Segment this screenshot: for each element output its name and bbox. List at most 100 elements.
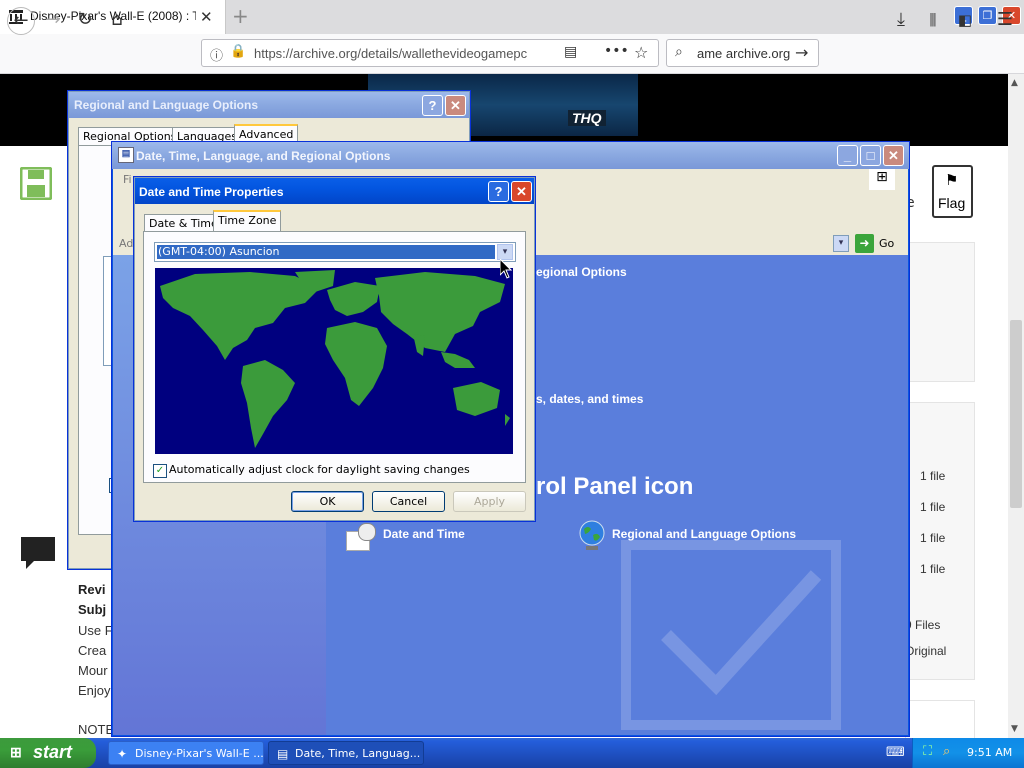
close-icon[interactable]: ✕ [511, 181, 532, 202]
address-dropdown-icon[interactable]: ▾ [833, 235, 849, 252]
tab-time-zone[interactable]: Time Zone [213, 210, 282, 231]
windows-logo-icon: ⊞ [869, 169, 895, 190]
taskbar-app-icon: ✦ [117, 747, 128, 761]
maximize-button[interactable]: □ [860, 145, 881, 166]
date-and-time-link[interactable]: Date and Time [383, 527, 465, 541]
minimize-button[interactable]: _ [837, 145, 858, 166]
taskbar-item-browser-label: Disney-Pixar's Wall-E ... [135, 747, 264, 760]
page-scrollbar-thumb[interactable] [1010, 320, 1022, 508]
windows-flag-icon: ⊞ [10, 744, 22, 760]
file-count-2[interactable]: 1 file [920, 500, 945, 514]
review-line-3: Mour [78, 663, 108, 678]
date-time-cp-icon[interactable] [346, 523, 376, 551]
thq-logo: THQ [568, 110, 606, 126]
world-map [155, 268, 513, 454]
search-go-icon[interactable]: → [795, 43, 808, 62]
close-icon[interactable]: ✕ [445, 95, 466, 116]
note-text: NOTE [78, 722, 115, 737]
flag-label: Flag [938, 195, 966, 211]
search-icon: ⌕ [675, 44, 683, 60]
sidebar-icon[interactable]: ◧ [952, 7, 978, 33]
watermark-icon [621, 540, 841, 730]
close-button[interactable]: ✕ [883, 145, 904, 166]
taskbar-item-browser[interactable]: ✦ Disney-Pixar's Wall-E ... [108, 741, 264, 765]
time-zone-value: (GMT-04:00) Asuncion [158, 245, 280, 258]
review-line-2: Crea [78, 643, 107, 658]
regional-language-link[interactable]: Regional and Language Options [612, 527, 796, 541]
dst-label: Automatically adjust clock for daylight … [169, 463, 470, 476]
flag-icon: ⚑ [945, 171, 959, 189]
search-tray-icon[interactable]: ⌕ [943, 744, 950, 759]
review-heading: Revi [78, 582, 106, 597]
time-zone-panel: (GMT-04:00) Asuncion ▾ ✓ Automatically a… [143, 231, 526, 483]
search-bar[interactable]: ⌕ ame archive.org → [666, 39, 819, 67]
scroll-down-icon[interactable]: ▼ [1011, 724, 1018, 734]
page-bottom-card [905, 700, 975, 740]
reload-icon[interactable]: ↻ [72, 7, 98, 33]
flag-button[interactable]: ⚑ Flag [932, 165, 973, 218]
forward-icon[interactable]: → [40, 7, 66, 33]
back-icon[interactable]: ← [7, 7, 35, 35]
mouse-cursor-icon [500, 259, 512, 279]
bookmark-star-icon[interactable]: ☆ [634, 43, 648, 62]
regional-options-title: Regional and Language Options [74, 98, 259, 112]
regional-options-titlebar[interactable]: Regional and Language Options ? ✕ [69, 92, 469, 118]
reader-view-icon[interactable]: ▤ [564, 44, 577, 60]
keyboard-icon[interactable]: ⌨ [886, 745, 905, 760]
tab-date-time[interactable]: Date & Time [144, 214, 223, 232]
file-count-1[interactable]: 1 file [920, 469, 945, 483]
taskbar-item-control-panel-label: Date, Time, Languag... [295, 747, 421, 760]
menu-file[interactable]: Fi [123, 173, 132, 186]
page-actions-icon[interactable]: ••• [604, 43, 629, 59]
go-button[interactable]: Go [879, 237, 894, 250]
scroll-up-icon[interactable]: ▲ [1011, 78, 1018, 88]
save-icon[interactable] [20, 167, 52, 200]
date-time-dialog: Date and Time Properties ? ✕ Date & Time… [133, 176, 536, 522]
lock-icon: 🔒 [230, 44, 247, 59]
url-text: https://archive.org/details/wallethevide… [254, 46, 528, 61]
address-label: Ad [119, 237, 134, 250]
files-total[interactable]: 9 Files [905, 618, 940, 632]
close-tab-icon[interactable]: ✕ [200, 8, 213, 26]
original-label[interactable]: Original [905, 644, 946, 658]
start-button[interactable]: ⊞ start [0, 738, 96, 768]
globe-icon[interactable] [578, 520, 606, 552]
date-time-titlebar[interactable]: Date and Time Properties ? ✕ [135, 178, 534, 204]
downloads-icon[interactable]: ⤓ [888, 7, 914, 33]
taskbar-cp-icon: ▤ [277, 747, 289, 761]
chevron-down-icon[interactable]: ▾ [497, 244, 513, 260]
comment-icon[interactable] [20, 536, 56, 570]
control-panel-window-icon: ▤ [118, 147, 134, 163]
time-zone-select[interactable]: (GMT-04:00) Asuncion ▾ [154, 242, 516, 262]
dst-checkbox[interactable]: ✓ [153, 464, 167, 478]
date-time-title: Date and Time Properties [139, 185, 284, 199]
help-icon[interactable]: ? [488, 181, 509, 202]
cancel-button[interactable]: Cancel [372, 491, 445, 512]
ok-button[interactable]: OK [291, 491, 364, 512]
file-count-4[interactable]: 1 file [920, 562, 945, 576]
help-icon[interactable]: ? [422, 95, 443, 116]
pick-icon-heading: rol Panel icon [536, 473, 694, 500]
review-subject: Subj [78, 602, 107, 617]
search-value: ame archive.org [697, 46, 791, 61]
review-line-1: Use F [78, 623, 113, 638]
regional-options-link[interactable]: egional Options [536, 265, 627, 279]
review-line-4: Enjoy [78, 683, 111, 698]
network-icon[interactable]: ⛶ [923, 744, 932, 759]
library-icon[interactable]: ⫼ [920, 7, 946, 33]
numbers-dates-link[interactable]: s, dates, and times [536, 392, 643, 406]
menu-icon[interactable]: ☰ [992, 7, 1018, 33]
home-icon[interactable]: ⌂ [104, 7, 130, 33]
control-panel-title: Date, Time, Language, and Regional Optio… [136, 149, 391, 163]
taskbar-item-control-panel[interactable]: ▤ Date, Time, Languag... [268, 741, 424, 765]
new-tab-button[interactable]: + [232, 4, 249, 28]
page-side-card [905, 242, 975, 382]
system-tray: ⛶ ⌕ 9:51 AM [912, 738, 1024, 768]
apply-button[interactable]: Apply [453, 491, 526, 512]
go-arrow-icon[interactable]: ➜ [855, 234, 874, 253]
info-icon[interactable]: ⓘ [210, 45, 223, 64]
address-bar[interactable]: ⓘ 🔒 https://archive.org/details/wallethe… [201, 39, 659, 67]
file-count-3[interactable]: 1 file [920, 531, 945, 545]
control-panel-titlebar[interactable]: ▤ Date, Time, Language, and Regional Opt… [112, 142, 909, 169]
clock[interactable]: 9:51 AM [967, 746, 1012, 759]
